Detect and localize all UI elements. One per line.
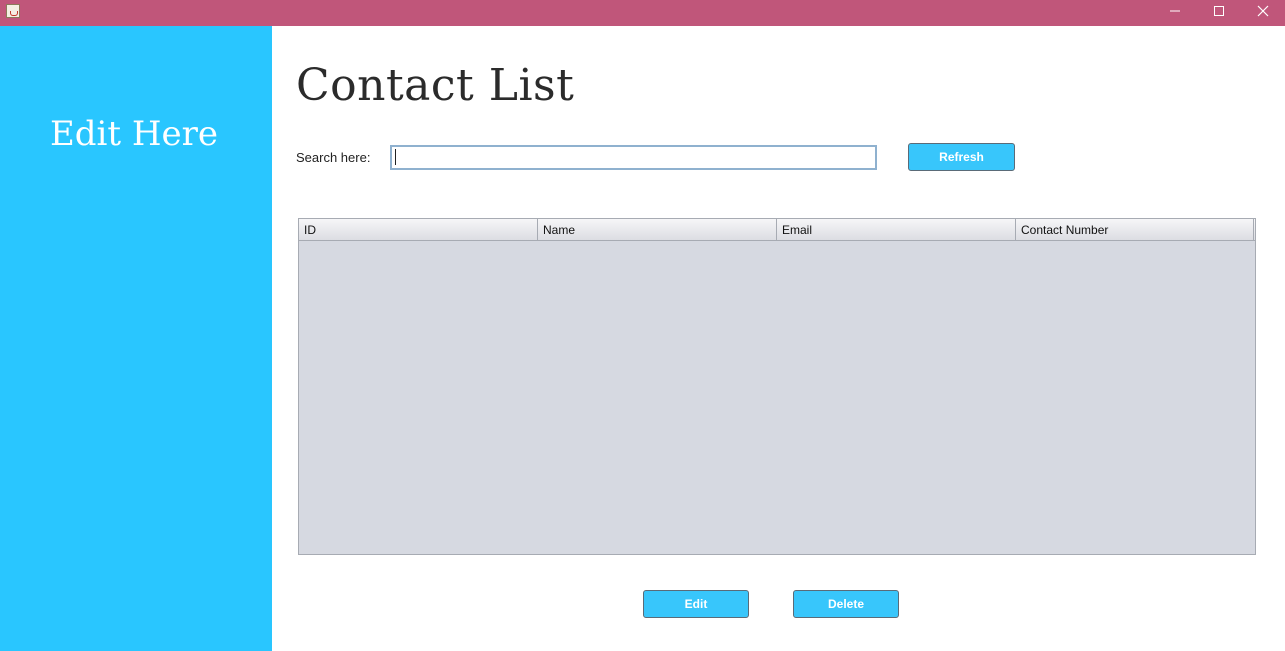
column-header-id[interactable]: ID (299, 219, 538, 240)
column-header-contact-number[interactable]: Contact Number (1016, 219, 1254, 240)
page-title: Contact List (296, 60, 575, 111)
sidebar: Edit Here (0, 26, 272, 651)
column-header-name[interactable]: Name (538, 219, 777, 240)
minimize-icon[interactable] (1152, 0, 1198, 22)
column-header-email[interactable]: Email (777, 219, 1016, 240)
maximize-icon[interactable] (1196, 0, 1242, 22)
contacts-table[interactable]: ID Name Email Contact Number (298, 218, 1256, 555)
refresh-button[interactable]: Refresh (908, 143, 1015, 171)
sidebar-title: Edit Here (49, 114, 219, 154)
search-label: Search here: (296, 150, 371, 165)
close-icon[interactable] (1240, 0, 1285, 22)
delete-button[interactable]: Delete (793, 590, 899, 618)
java-cup-icon (6, 4, 20, 18)
table-header: ID Name Email Contact Number (299, 219, 1255, 241)
search-input[interactable] (390, 145, 877, 170)
title-bar (0, 0, 1285, 26)
edit-button[interactable]: Edit (643, 590, 749, 618)
text-caret (395, 149, 396, 165)
